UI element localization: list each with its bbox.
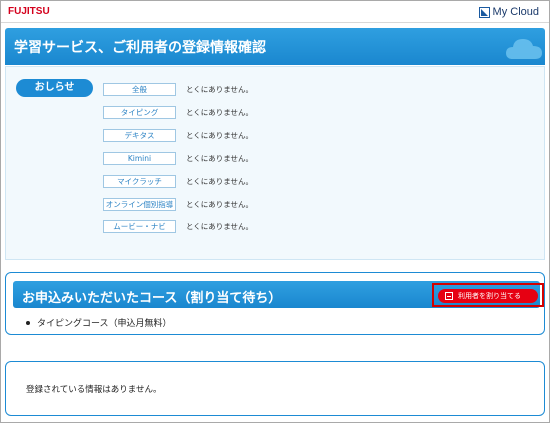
- course-item-label: タイピングコース（申込月無料）: [37, 319, 172, 329]
- notice-row: タイピング とくにありません。: [103, 105, 253, 119]
- mycloud-label: My Cloud: [492, 6, 539, 18]
- notice-tag[interactable]: 全般: [103, 82, 176, 96]
- minus-icon: [445, 292, 453, 300]
- page-title: 学習サービス、ご利用者の登録情報確認: [14, 40, 266, 56]
- notice-tag[interactable]: オンライン個別指導: [103, 197, 176, 211]
- notice-row: 全般 とくにありません。: [103, 82, 253, 96]
- notice-text: とくにありません。: [186, 107, 254, 117]
- registered-info-panel: 登録されている情報はありません。: [5, 361, 545, 416]
- top-bar: FUJITSU My Cloud: [1, 1, 549, 23]
- cloud-icon: [506, 39, 542, 59]
- notice-text: とくにありません。: [186, 221, 254, 231]
- bullet-icon: [26, 320, 30, 325]
- notice-text: とくにありません。: [186, 199, 254, 209]
- notice-tag[interactable]: ムービー・ナビ: [103, 219, 176, 233]
- notice-text: とくにありません。: [186, 153, 254, 163]
- notice-panel: おしらせ 全般 とくにありません。 タイピング とくにありません。 デキタス と…: [5, 66, 545, 260]
- notice-row: オンライン個別指導 とくにありません。: [103, 197, 253, 211]
- assign-user-label: 利用者を割り当てる: [458, 292, 521, 300]
- notice-row: ムービー・ナビ とくにありません。: [103, 219, 253, 233]
- fujitsu-logo[interactable]: FUJITSU: [8, 6, 50, 17]
- notice-text: とくにありません。: [186, 176, 254, 186]
- notice-tag[interactable]: タイピング: [103, 105, 176, 119]
- notice-badge: おしらせ: [16, 79, 93, 97]
- assign-user-button[interactable]: 利用者を割り当てる: [438, 289, 538, 303]
- registered-message: 登録されている情報はありません。: [26, 385, 162, 395]
- notice-tag[interactable]: デキタス: [103, 128, 176, 142]
- notice-tag[interactable]: Kimini: [103, 151, 176, 165]
- page-title-bar: 学習サービス、ご利用者の登録情報確認: [5, 28, 545, 65]
- mycloud-link[interactable]: My Cloud: [478, 6, 539, 18]
- notice-text: とくにありません。: [186, 130, 254, 140]
- notice-row: Kimini とくにありません。: [103, 151, 253, 165]
- notice-text: とくにありません。: [186, 84, 254, 94]
- notice-row: マイクラッチ とくにありません。: [103, 174, 253, 188]
- notice-tag[interactable]: マイクラッチ: [103, 174, 176, 188]
- course-panel: お申込みいただいたコース（割り当て待ち） 利用者を割り当てる タイピングコース（…: [5, 272, 545, 335]
- notice-row: デキタス とくにありません。: [103, 128, 253, 142]
- mycloud-icon: [478, 6, 490, 18]
- course-title: お申込みいただいたコース（割り当て待ち）: [22, 291, 282, 306]
- course-list-item: タイピングコース（申込月無料）: [26, 316, 172, 329]
- course-header: お申込みいただいたコース（割り当て待ち） 利用者を割り当てる: [13, 281, 544, 308]
- assign-highlight: 利用者を割り当てる: [432, 283, 544, 307]
